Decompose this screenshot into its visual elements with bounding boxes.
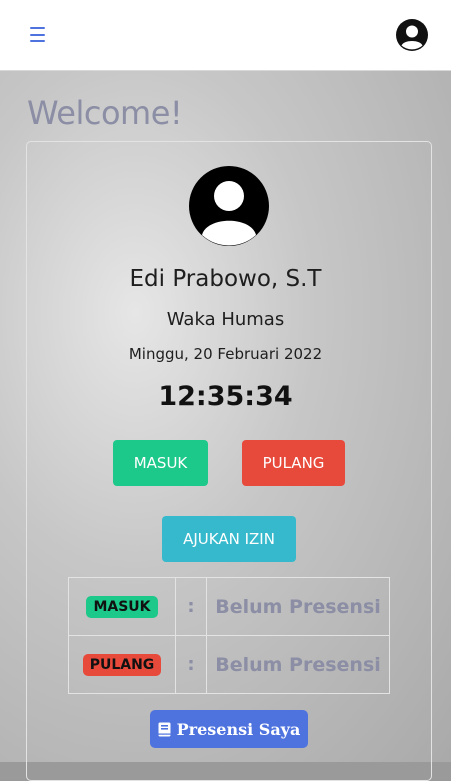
table-row: PULANG : Belum Presensi bbox=[68, 635, 390, 694]
attendance-status-table: MASUK : Belum Presensi PULANG : Belum Pr… bbox=[68, 577, 390, 694]
hamburger-menu-icon[interactable] bbox=[30, 27, 45, 42]
masuk-status-value: Belum Presensi bbox=[206, 577, 390, 636]
book-icon bbox=[158, 722, 171, 736]
user-role: Waka Humas bbox=[166, 309, 285, 330]
ajukan-izin-button[interactable]: AJUKAN IZIN bbox=[162, 516, 296, 562]
pulang-status-value: Belum Presensi bbox=[206, 635, 390, 694]
user-avatar-icon[interactable] bbox=[396, 19, 428, 51]
welcome-heading: Welcome! bbox=[27, 94, 183, 132]
masuk-status-badge: MASUK bbox=[86, 595, 158, 618]
pulang-status-badge: PULANG bbox=[82, 653, 162, 676]
separator: : bbox=[175, 577, 207, 636]
presensi-saya-label: Presensi Saya bbox=[176, 719, 301, 739]
current-time: 12:35:34 bbox=[158, 381, 293, 412]
top-navbar bbox=[0, 0, 451, 71]
current-date: Minggu, 20 Februari 2022 bbox=[128, 345, 323, 363]
user-name: Edi Prabowo, S.T bbox=[129, 266, 322, 292]
profile-photo-icon bbox=[189, 166, 269, 246]
table-row: MASUK : Belum Presensi bbox=[68, 577, 390, 636]
separator: : bbox=[175, 635, 207, 694]
masuk-button[interactable]: MASUK bbox=[113, 440, 208, 486]
pulang-button[interactable]: PULANG bbox=[242, 440, 345, 486]
presensi-saya-button[interactable]: Presensi Saya bbox=[150, 710, 308, 748]
